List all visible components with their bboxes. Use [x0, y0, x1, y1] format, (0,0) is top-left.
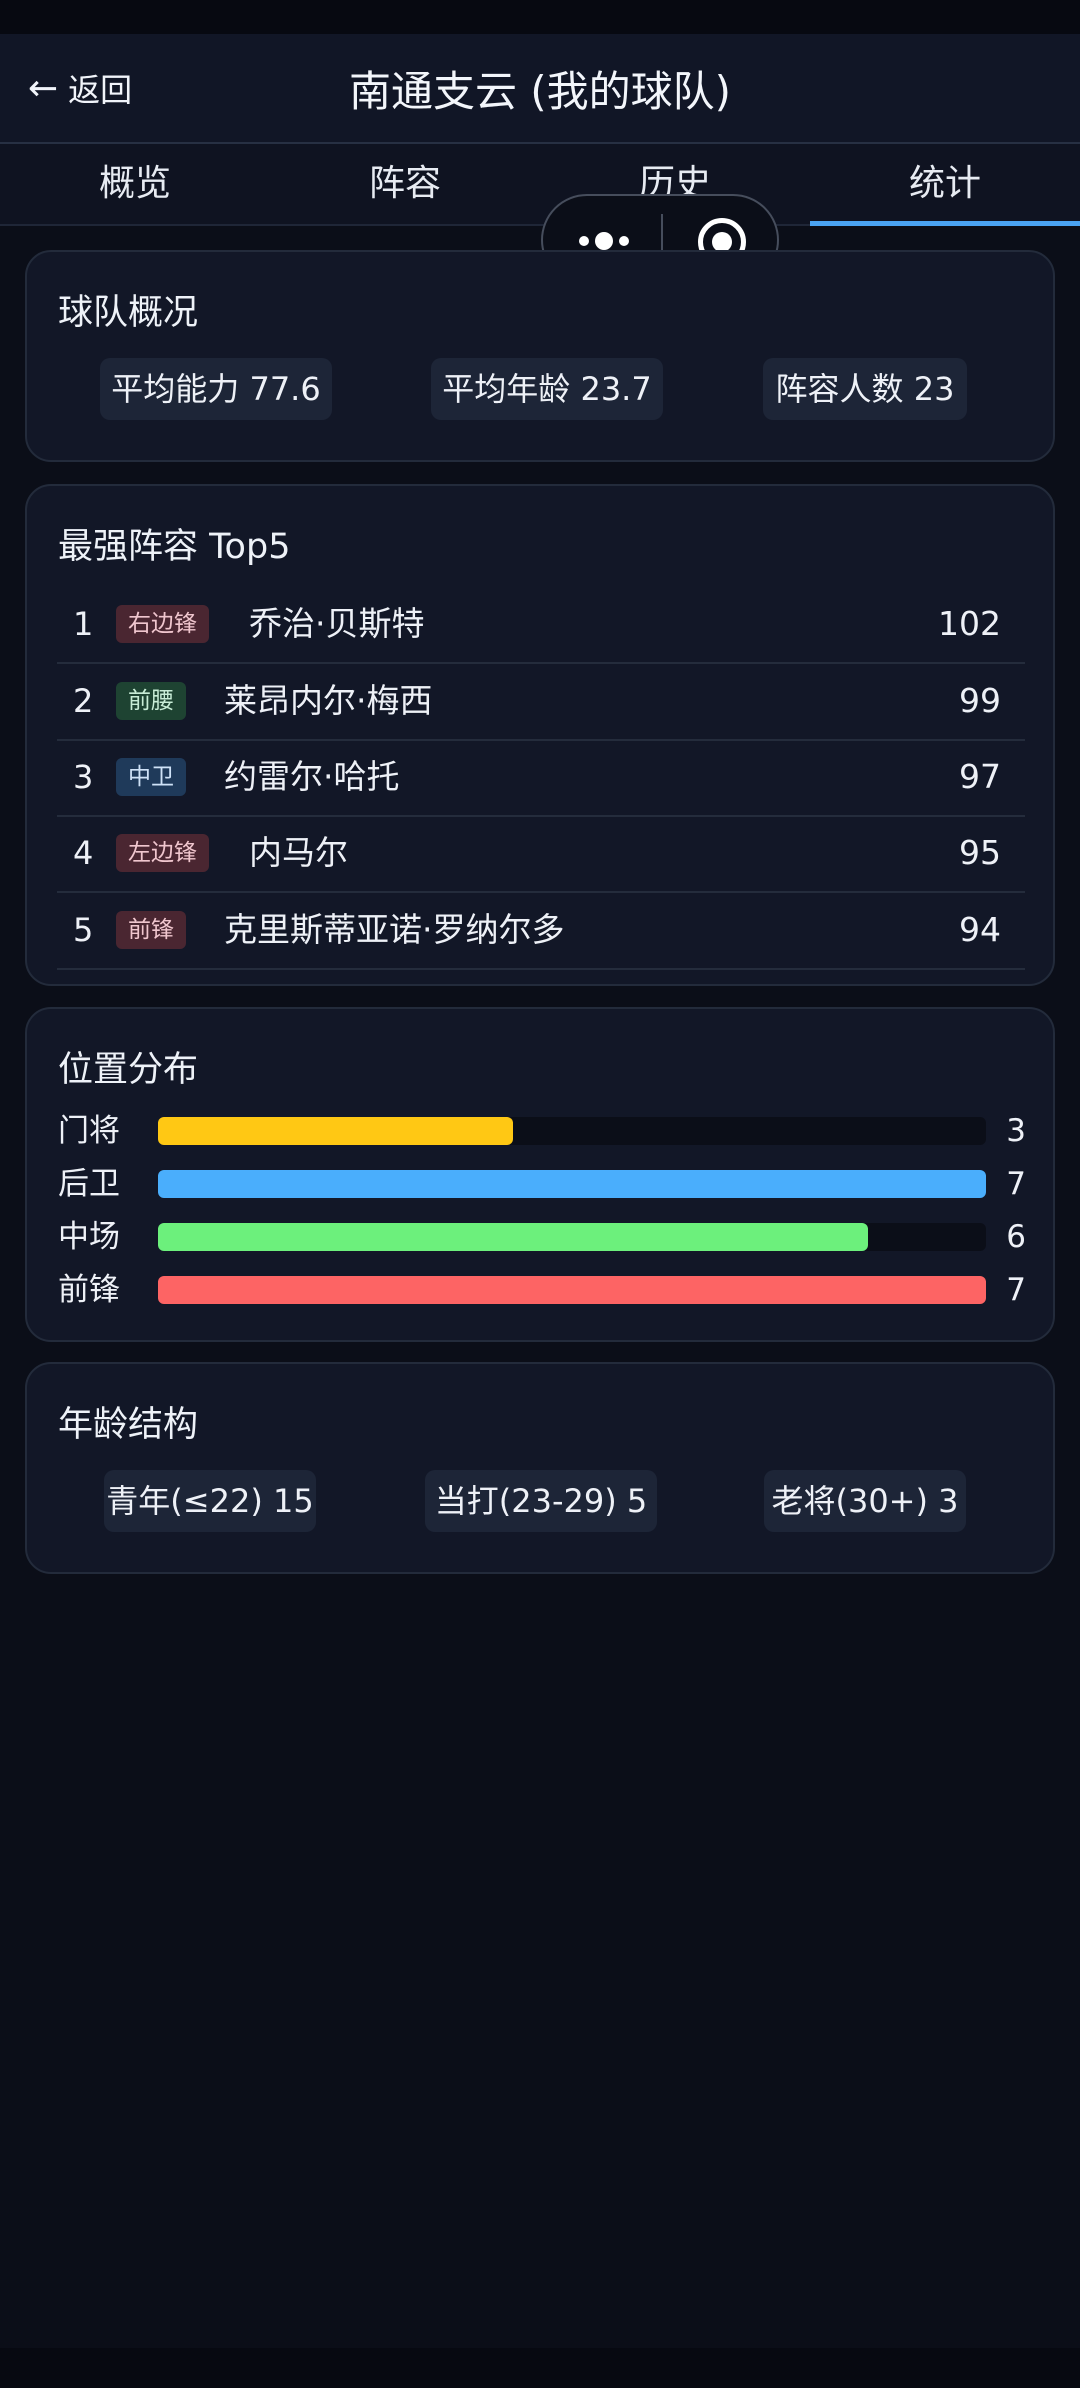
bar-fill [158, 1276, 986, 1304]
position-badge: 前锋 [116, 911, 186, 949]
age-chip: 老将(30+) 3 [764, 1470, 966, 1532]
table-row[interactable]: 1 右边锋 乔治·贝斯特 102 [57, 586, 1025, 664]
card-title: 球队概况 [58, 293, 199, 333]
position-bar-row: 中场 6 [58, 1217, 1026, 1257]
player-name: 克里斯蒂亚诺·罗纳尔多 [224, 910, 565, 949]
stat-chip: 阵容人数 23 [763, 358, 967, 420]
tab-bar: 概览 阵容 历史 统计 [0, 144, 1080, 226]
bar-track [158, 1170, 986, 1198]
position-label: 门将 [58, 1113, 120, 1149]
rank: 1 [73, 605, 94, 643]
card-title: 年龄结构 [58, 1405, 199, 1445]
rank: 4 [73, 834, 94, 872]
tab-roster[interactable]: 阵容 [270, 144, 540, 224]
page-title: 南通支云 (我的球队) [348, 67, 732, 116]
table-row[interactable]: 2 前腰 莱昂内尔·梅西 99 [57, 663, 1025, 741]
tab-overview[interactable]: 概览 [0, 144, 270, 224]
age-chip: 当打(23-29) 5 [425, 1470, 657, 1532]
position-count: 7 [1006, 1272, 1026, 1308]
table-row[interactable]: 3 中卫 约雷尔·哈托 97 [57, 739, 1025, 817]
age-structure-card: 年龄结构 青年(≤22) 15 当打(23-29) 5 老将(30+) 3 [25, 1362, 1055, 1574]
player-score: 102 [938, 604, 1001, 643]
player-score: 99 [959, 681, 1001, 720]
position-badge: 中卫 [116, 758, 186, 796]
card-title: 位置分布 [58, 1050, 199, 1090]
stat-chip: 平均能力 77.6 [100, 358, 332, 420]
position-badge: 前腰 [116, 682, 186, 720]
team-overview-card: 球队概况 平均能力 77.6 平均年龄 23.7 阵容人数 23 [25, 250, 1055, 462]
bar-fill [158, 1170, 986, 1198]
age-chip: 青年(≤22) 15 [104, 1470, 316, 1532]
player-score: 95 [959, 833, 1001, 872]
top-nav-bar: ← 返回 南通支云 (我的球队) [0, 34, 1080, 144]
position-bar-row: 门将 3 [58, 1111, 1026, 1151]
position-bar-row: 前锋 7 [58, 1270, 1026, 1310]
position-count: 6 [1006, 1219, 1026, 1255]
position-count: 7 [1006, 1166, 1026, 1202]
status-bar [0, 0, 1080, 34]
position-label: 前锋 [58, 1272, 120, 1308]
player-score: 94 [959, 910, 1001, 949]
position-label: 中场 [58, 1219, 120, 1255]
card-title: 最强阵容 Top5 [58, 527, 291, 567]
rank: 2 [73, 682, 94, 720]
rank: 3 [73, 758, 94, 796]
player-name: 内马尔 [249, 833, 348, 872]
table-row[interactable]: 5 前锋 克里斯蒂亚诺·罗纳尔多 94 [57, 892, 1025, 970]
position-count: 3 [1006, 1113, 1026, 1149]
bottom-system-bar [0, 2348, 1080, 2388]
player-name: 约雷尔·哈托 [224, 757, 400, 796]
bar-fill [158, 1117, 513, 1145]
bar-track [158, 1223, 986, 1251]
position-label: 后卫 [58, 1166, 120, 1202]
table-row[interactable]: 4 左边锋 内马尔 95 [57, 815, 1025, 893]
position-bar-row: 后卫 7 [58, 1164, 1026, 1204]
bar-track [158, 1276, 986, 1304]
top5-card: 最强阵容 Top5 1 右边锋 乔治·贝斯特 102 2 前腰 莱昂内尔·梅西 … [25, 484, 1055, 986]
player-score: 97 [959, 757, 1001, 796]
position-badge: 左边锋 [116, 834, 209, 872]
rank: 5 [73, 911, 94, 949]
player-name: 乔治·贝斯特 [249, 604, 425, 643]
position-badge: 右边锋 [116, 605, 209, 643]
bar-track [158, 1117, 986, 1145]
stat-chip: 平均年龄 23.7 [431, 358, 663, 420]
player-name: 莱昂内尔·梅西 [224, 681, 433, 720]
bar-fill [158, 1223, 868, 1251]
position-distribution-card: 位置分布 门将 3 后卫 7 中场 6 前锋 7 [25, 1007, 1055, 1342]
tab-stats[interactable]: 统计 [810, 144, 1080, 226]
